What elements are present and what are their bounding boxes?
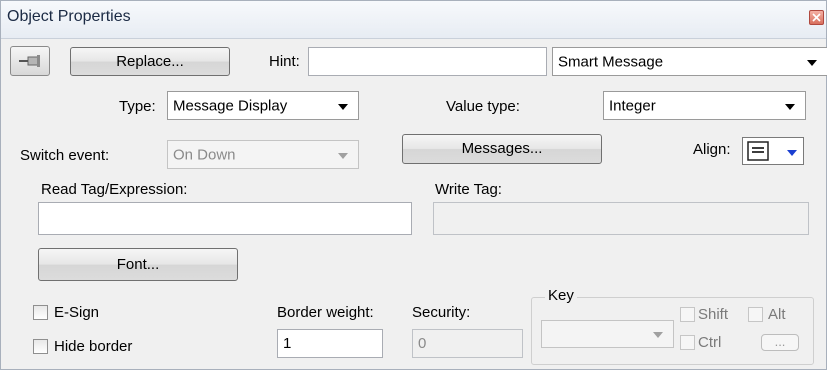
switch-event-value: On Down bbox=[173, 146, 236, 163]
value-type-select[interactable]: Integer bbox=[603, 91, 806, 120]
chevron-down-icon bbox=[338, 103, 348, 110]
pin-button[interactable] bbox=[10, 46, 50, 76]
ctrl-checkbox[interactable] bbox=[680, 335, 695, 350]
messages-button[interactable]: Messages... bbox=[402, 134, 602, 164]
switch-event-select[interactable]: On Down bbox=[167, 140, 359, 169]
chevron-down-icon bbox=[787, 150, 797, 156]
close-button[interactable] bbox=[809, 10, 824, 25]
chevron-down-icon bbox=[338, 152, 348, 159]
window-title: Object Properties bbox=[7, 8, 131, 25]
switch-event-label: Switch event: bbox=[20, 147, 110, 164]
chevron-down-icon bbox=[807, 59, 817, 66]
write-tag-input[interactable] bbox=[433, 202, 809, 235]
read-tag-label: Read Tag/Expression: bbox=[41, 181, 188, 198]
esign-checkbox[interactable] bbox=[33, 305, 48, 320]
font-button[interactable]: Font... bbox=[38, 248, 238, 281]
hint-input[interactable] bbox=[308, 47, 547, 76]
security-input[interactable]: 0 bbox=[412, 329, 523, 358]
hide-border-label: Hide border bbox=[54, 338, 133, 355]
title-bar: Object Properties bbox=[1, 1, 826, 39]
hide-border-checkbox[interactable] bbox=[33, 339, 48, 354]
object-type-select[interactable]: Smart Message bbox=[552, 47, 827, 76]
pushpin-icon bbox=[19, 55, 40, 67]
value-type-value: Integer bbox=[609, 97, 656, 114]
replace-button[interactable]: Replace... bbox=[70, 47, 230, 76]
read-tag-input[interactable] bbox=[38, 202, 412, 235]
type-label: Type: bbox=[119, 98, 156, 115]
chevron-down-icon bbox=[653, 332, 663, 338]
border-weight-input[interactable]: 1 bbox=[277, 329, 383, 358]
align-icon bbox=[747, 141, 769, 161]
ctrl-label: Ctrl bbox=[698, 334, 722, 351]
type-select[interactable]: Message Display bbox=[167, 91, 359, 120]
object-properties-window: Object Properties Replace... Hint: Smart… bbox=[0, 0, 827, 370]
key-group-label: Key bbox=[545, 287, 577, 304]
close-icon bbox=[812, 13, 821, 22]
alt-label: Alt bbox=[768, 306, 786, 323]
object-type-value: Smart Message bbox=[558, 53, 664, 70]
esign-label: E-Sign bbox=[54, 304, 100, 321]
border-weight-label: Border weight: bbox=[277, 304, 374, 321]
shift-label: Shift bbox=[698, 306, 729, 323]
key-ellipsis-button[interactable]: ... bbox=[761, 334, 799, 351]
align-select[interactable] bbox=[742, 137, 804, 165]
write-tag-label: Write Tag: bbox=[435, 181, 502, 198]
security-label: Security: bbox=[412, 304, 471, 321]
align-label: Align: bbox=[693, 141, 731, 158]
key-select[interactable] bbox=[541, 320, 674, 348]
alt-checkbox[interactable] bbox=[748, 307, 763, 322]
value-type-label: Value type: bbox=[446, 98, 520, 115]
shift-checkbox[interactable] bbox=[680, 307, 695, 322]
type-value: Message Display bbox=[173, 97, 288, 114]
chevron-down-icon bbox=[785, 103, 795, 110]
hint-label: Hint: bbox=[269, 53, 300, 70]
